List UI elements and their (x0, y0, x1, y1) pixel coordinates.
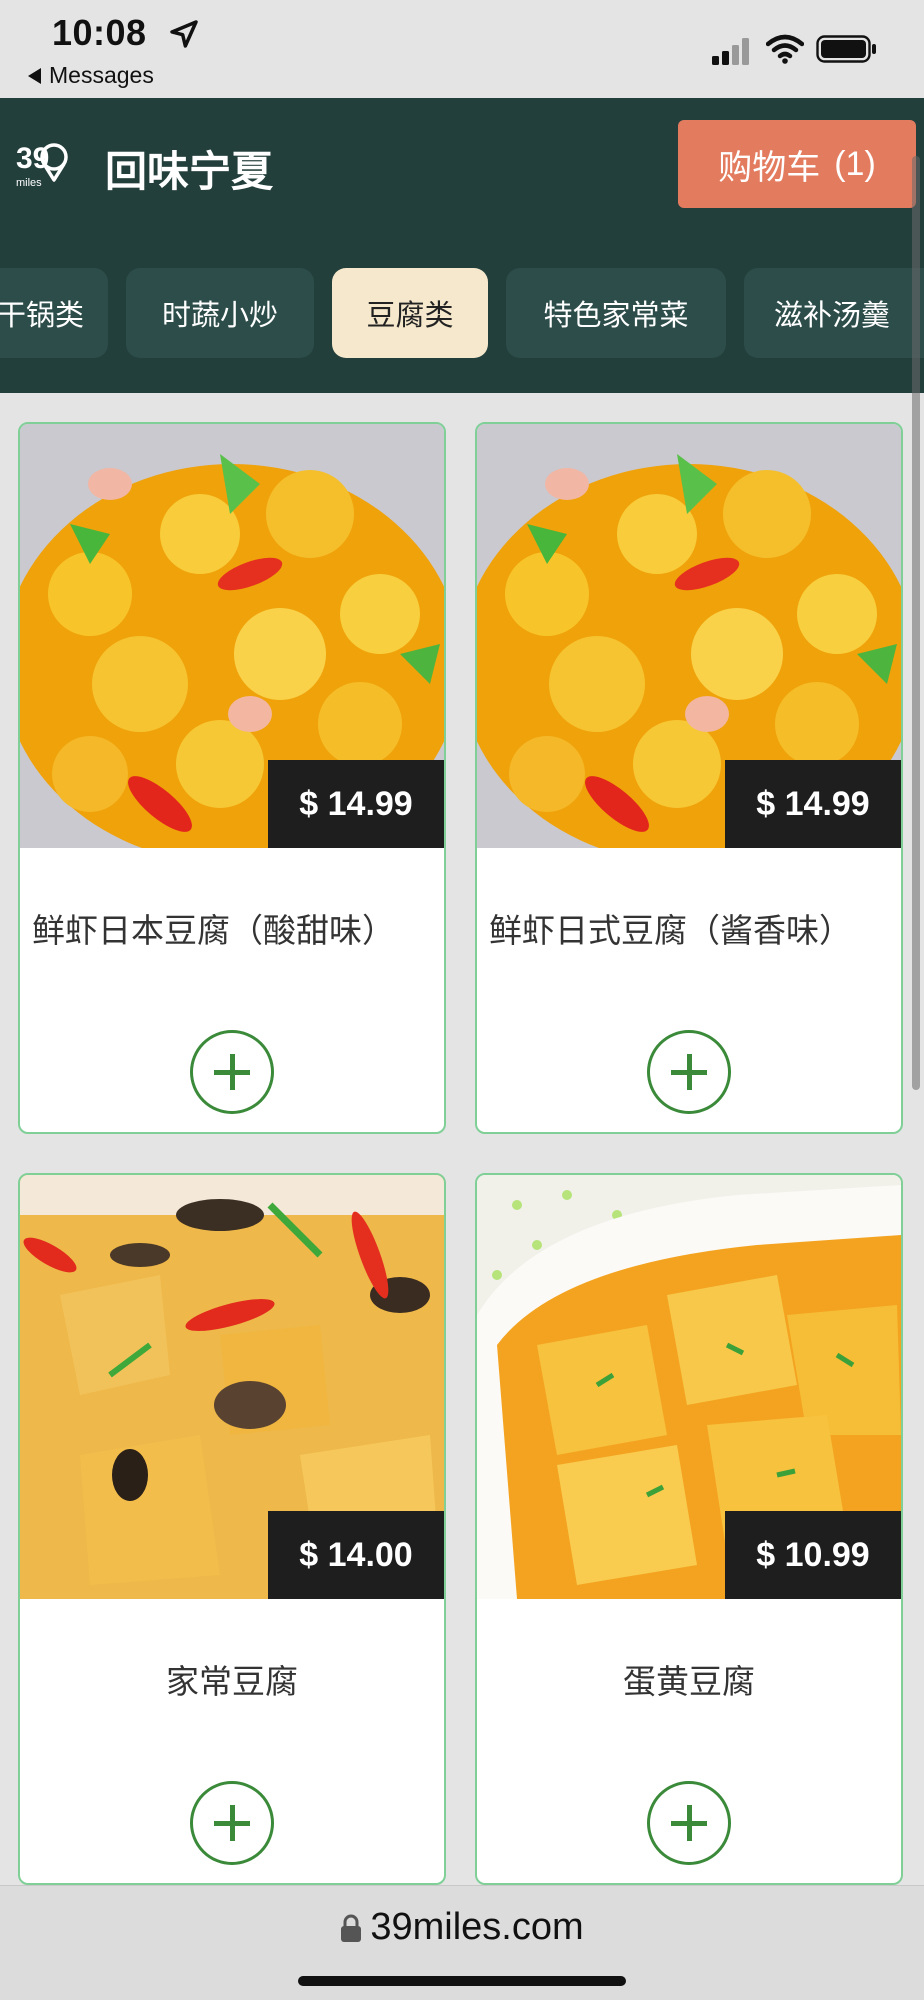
clock: 10:08 (52, 12, 147, 53)
product-grid: $ 14.99 鲜虾日本豆腐（酸甜味） $ 14.99 鲜虾日式豆腐（酱香味） … (0, 393, 924, 1885)
url-text: 39miles.com (370, 1906, 584, 1948)
status-bar: 10:08 Messages (0, 0, 924, 98)
tab-tofu[interactable]: 豆腐类 (332, 268, 488, 358)
price-badge: $ 14.00 (268, 1511, 444, 1599)
cart-label: 购物车 (718, 148, 821, 187)
product-card[interactable]: $ 14.99 鲜虾日式豆腐（酱香味） (475, 422, 903, 1134)
logo-text: 39 (16, 142, 49, 175)
add-to-cart-button[interactable] (190, 1781, 274, 1865)
wifi-icon (766, 34, 804, 64)
add-to-cart-button[interactable] (190, 1030, 274, 1114)
lock-icon (341, 1914, 362, 1942)
add-to-cart-button[interactable] (647, 1781, 731, 1865)
scroll-indicator[interactable] (912, 156, 920, 1090)
dish-name: 鲜虾日式豆腐（酱香味） (489, 911, 852, 950)
dish-name: 鲜虾日本豆腐（酸甜味） (32, 911, 395, 950)
tab-label: 时蔬小炒 (161, 298, 278, 332)
app-header: 39 miles 回味宁夏 购物车 (1) 干锅类 时蔬小炒 豆腐类 特色家常菜… (0, 98, 924, 393)
browser-address-bar[interactable]: 39miles.com (0, 1885, 924, 2000)
back-to-messages-link[interactable]: Messages (28, 62, 154, 89)
39miles-logo[interactable]: 39 miles (14, 138, 70, 190)
category-tabs: 干锅类 时蔬小炒 豆腐类 特色家常菜 滋补汤羹 (0, 268, 924, 358)
location-arrow-icon (170, 20, 198, 48)
cart-button[interactable]: 购物车 (1) (678, 120, 916, 208)
cart-count: (1) (834, 144, 876, 183)
product-card[interactable]: $ 14.00 家常豆腐 (18, 1173, 446, 1885)
price-badge: $ 10.99 (725, 1511, 901, 1599)
price-badge: $ 14.99 (725, 760, 901, 848)
back-label: Messages (49, 62, 154, 88)
tab-label: 滋补汤羹 (774, 298, 891, 332)
cellular-signal-icon (712, 38, 749, 65)
store-title: 回味宁夏 (105, 147, 274, 196)
home-indicator (298, 1976, 626, 1986)
add-to-cart-button[interactable] (647, 1030, 731, 1114)
dish-name: 蛋黄豆腐 (623, 1662, 755, 1701)
price-badge: $ 14.99 (268, 760, 444, 848)
url-display[interactable]: 39miles.com (0, 1906, 924, 1949)
product-card[interactable]: $ 14.99 鲜虾日本豆腐（酸甜味） (18, 422, 446, 1134)
tab-label: 特色家常菜 (543, 298, 689, 332)
product-card[interactable]: $ 10.99 蛋黄豆腐 (475, 1173, 903, 1885)
tab-dry-pot[interactable]: 干锅类 (0, 268, 108, 358)
back-triangle-icon (28, 67, 41, 84)
logo-subtext: miles (16, 177, 42, 189)
tab-stir-fried-vegetables[interactable]: 时蔬小炒 (126, 268, 314, 358)
tab-label: 豆腐类 (366, 298, 454, 332)
battery-icon (816, 35, 876, 63)
dish-name: 家常豆腐 (166, 1662, 298, 1701)
tab-soups[interactable]: 滋补汤羹 (744, 268, 924, 358)
tab-label: 干锅类 (0, 298, 84, 332)
app-screen: 10:08 Messages 39 miles 回味宁夏 购物车 (1) 干锅类… (0, 0, 924, 2000)
tab-home-style-specials[interactable]: 特色家常菜 (506, 268, 726, 358)
